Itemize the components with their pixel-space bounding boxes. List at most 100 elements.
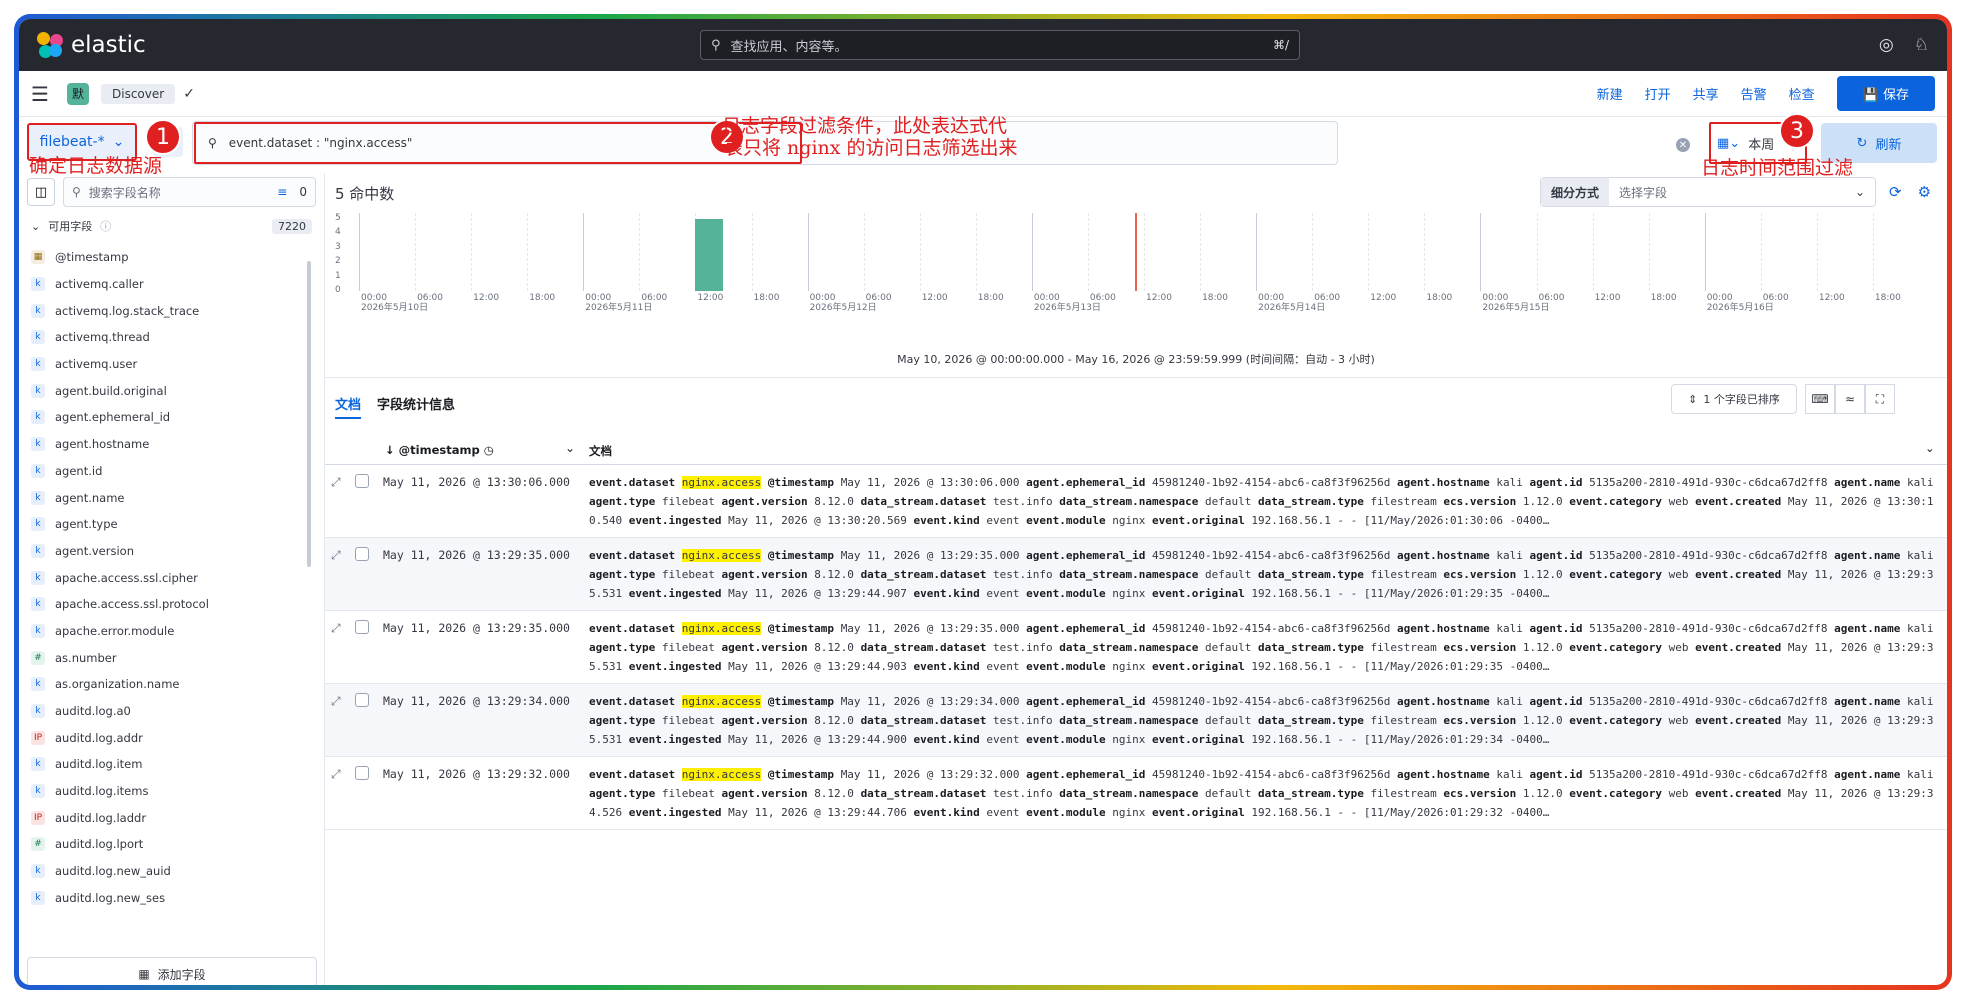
- grid-line: [1760, 213, 1762, 291]
- elastic-logo[interactable]: elastic: [37, 32, 146, 58]
- display-settings-icon[interactable]: ≈: [1835, 384, 1865, 414]
- row-checkbox[interactable]: [355, 766, 369, 780]
- inspect-button[interactable]: 检查: [1789, 84, 1815, 103]
- sidebar-field-item[interactable]: k activemq.log.stack_trace: [19, 297, 324, 324]
- doc-field-key: agent.name: [1834, 622, 1901, 635]
- sidebar-field-item[interactable]: # auditd.log.lport: [19, 831, 324, 858]
- sidebar-scrollbar[interactable]: [307, 261, 311, 567]
- sidebar-field-item[interactable]: k agent.build.original: [19, 377, 324, 404]
- doc-field-value: 5135a200-2810-491d-930c-c6dca67d2ff8: [1589, 695, 1828, 708]
- grid-line: [1816, 213, 1818, 291]
- clear-query-icon[interactable]: ✕: [1676, 138, 1690, 152]
- new-button[interactable]: 新建: [1597, 84, 1623, 103]
- field-search-input[interactable]: ⚲ 搜索字段名称 ≡ 0: [63, 177, 316, 207]
- row-checkbox[interactable]: [355, 693, 369, 707]
- x-tick-hour: 18:00: [1874, 293, 1901, 303]
- field-type-icon: k: [31, 864, 45, 879]
- doc-field-value: filestream: [1370, 641, 1437, 654]
- histogram-bar[interactable]: [695, 219, 724, 291]
- share-button[interactable]: 共享: [1693, 84, 1719, 103]
- sidebar-field-item[interactable]: k apache.access.ssl.cipher: [19, 564, 324, 591]
- doc-field-value: filestream: [1370, 568, 1437, 581]
- sidebar-field-item[interactable]: k activemq.caller: [19, 271, 324, 298]
- table-row[interactable]: ⤢ May 11, 2026 @ 13:29:35.000 event.datase…: [325, 611, 1947, 684]
- fullscreen-icon[interactable]: ⛶: [1865, 384, 1895, 414]
- field-type-icon: k: [31, 597, 45, 612]
- sidebar-field-item[interactable]: k auditd.log.item: [19, 751, 324, 778]
- doc-field-value: May 11, 2026 @ 13:29:32.000: [840, 768, 1020, 781]
- chevron-down-icon[interactable]: ⌄: [565, 441, 575, 455]
- doc-field-value: 8.12.0: [814, 495, 854, 508]
- field-filter-button[interactable]: ≡ 0: [277, 185, 307, 199]
- chart-sync-icon[interactable]: ⟳: [1889, 183, 1902, 201]
- grid-line: [975, 213, 977, 291]
- table-row[interactable]: ⤢ May 11, 2026 @ 13:29:34.000 event.datase…: [325, 684, 1947, 757]
- field-type-icon: #: [31, 650, 45, 665]
- open-button[interactable]: 打开: [1645, 84, 1671, 103]
- tab-documents[interactable]: 文档: [335, 394, 362, 419]
- row-checkbox[interactable]: [355, 547, 369, 561]
- doc-field-key: agent.ephemeral_id: [1026, 622, 1146, 635]
- chevron-down-icon[interactable]: ⌄: [1925, 441, 1935, 455]
- doc-field-key: event.module: [1026, 733, 1106, 746]
- sidebar-field-item[interactable]: k agent.hostname: [19, 431, 324, 458]
- expand-icon[interactable]: ⤢: [331, 694, 341, 709]
- expand-icon[interactable]: ⤢: [331, 475, 341, 490]
- expand-icon[interactable]: ⤢: [331, 621, 341, 636]
- expand-icon[interactable]: ⤢: [331, 767, 341, 782]
- breadcrumb-discover[interactable]: Discover: [101, 83, 176, 104]
- sidebar-field-item[interactable]: ▦ @timestamp: [19, 244, 324, 271]
- sidebar-field-item[interactable]: k apache.error.module: [19, 618, 324, 645]
- alerts-button[interactable]: 告警: [1741, 84, 1767, 103]
- sidebar-field-item[interactable]: k activemq.thread: [19, 324, 324, 351]
- table-row[interactable]: ⤢ May 11, 2026 @ 13:29:35.000 event.datase…: [325, 538, 1947, 611]
- available-fields-header[interactable]: ⌄ 可用字段 ⓘ 7220: [19, 212, 324, 240]
- doc-field-value: 5135a200-2810-491d-930c-c6dca67d2ff8: [1589, 768, 1828, 781]
- x-tick-hour: 18:00: [1202, 293, 1228, 303]
- news-feed-icon[interactable]: ♘: [1914, 35, 1929, 55]
- keyboard-icon[interactable]: ⌨: [1805, 384, 1835, 414]
- gear-icon[interactable]: ⚙: [1918, 183, 1931, 201]
- y-axis-tick-label: 5: [335, 213, 341, 223]
- doc-field-key: event.category: [1569, 641, 1662, 654]
- sidebar-field-item[interactable]: k agent.id: [19, 458, 324, 485]
- row-checkbox[interactable]: [355, 620, 369, 634]
- space-avatar[interactable]: 默: [67, 82, 89, 105]
- x-axis-tick-label: 12:00: [1370, 293, 1396, 303]
- sidebar-field-item[interactable]: k auditd.log.new_ses: [19, 885, 324, 912]
- sidebar-field-item[interactable]: k agent.type: [19, 511, 324, 538]
- x-axis-tick-label: 06:00: [1090, 293, 1116, 303]
- sidebar-field-item[interactable]: k apache.access.ssl.protocol: [19, 591, 324, 618]
- sidebar-field-item[interactable]: k agent.ephemeral_id: [19, 404, 324, 431]
- sidebar-field-item[interactable]: k auditd.log.a0: [19, 698, 324, 725]
- sidebar-field-item[interactable]: # as.number: [19, 644, 324, 671]
- doc-field-value: kali: [1496, 768, 1523, 781]
- save-button[interactable]: 💾 保存: [1836, 76, 1935, 111]
- table-row[interactable]: ⤢ May 11, 2026 @ 13:30:06.000 event.datase…: [325, 465, 1947, 538]
- sidebar-field-item[interactable]: IP auditd.log.laddr: [19, 804, 324, 831]
- x-axis-tick-label: 06:00: [641, 293, 667, 303]
- column-header-timestamp[interactable]: ↓ @timestamp ◷: [385, 443, 494, 457]
- sort-fields-button[interactable]: ⇕ 1 个字段已排序: [1671, 384, 1797, 414]
- tab-field-statistics[interactable]: 字段统计信息: [377, 394, 455, 413]
- sidebar-field-item[interactable]: k agent.version: [19, 538, 324, 565]
- doc-field-value: web: [1668, 787, 1689, 800]
- doc-field-value: nginx: [1112, 660, 1146, 673]
- global-search-input[interactable]: ⚲ 查找应用、内容等。 ⌘/: [700, 30, 1300, 60]
- breakdown-select[interactable]: 细分方式 选择字段 ⌄: [1540, 177, 1876, 207]
- sidebar-field-item[interactable]: k activemq.user: [19, 351, 324, 378]
- add-field-button[interactable]: ▦ 添加字段: [27, 957, 317, 985]
- help-icon[interactable]: ◎: [1879, 35, 1894, 55]
- sidebar-field-item[interactable]: k as.organization.name: [19, 671, 324, 698]
- expand-icon[interactable]: ⤢: [331, 548, 341, 563]
- menu-icon[interactable]: ☰: [31, 82, 61, 106]
- table-row[interactable]: ⤢ May 11, 2026 @ 13:29:32.000 event.datase…: [325, 757, 1947, 830]
- row-checkbox[interactable]: [355, 474, 369, 488]
- main-panel: 5 命中数 细分方式 选择字段 ⌄ ⟳ ⚙ 5 4 3 2 1 0 00:00 2026年5月…: [325, 173, 1947, 985]
- sidebar-field-item[interactable]: k agent.name: [19, 484, 324, 511]
- collapse-sidebar-icon[interactable]: ◫: [27, 178, 55, 206]
- sidebar-field-item[interactable]: k auditd.log.items: [19, 778, 324, 805]
- column-header-document[interactable]: 文档: [589, 443, 612, 459]
- sidebar-field-item[interactable]: k auditd.log.new_auid: [19, 858, 324, 885]
- sidebar-field-item[interactable]: IP auditd.log.addr: [19, 724, 324, 751]
